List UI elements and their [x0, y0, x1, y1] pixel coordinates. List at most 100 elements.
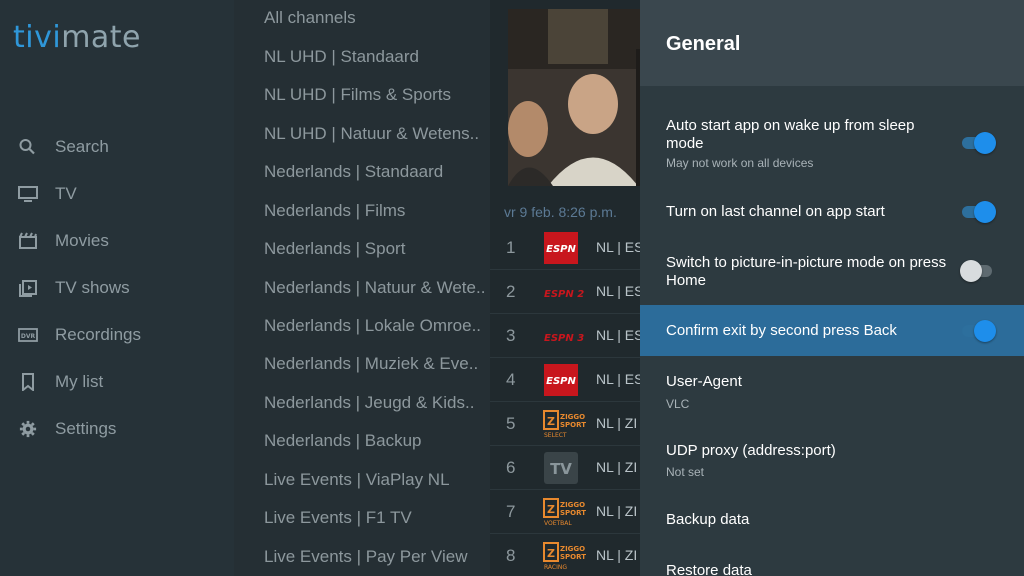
movie-icon	[18, 232, 38, 250]
channel-row[interactable]: 1 ESPN NL | ES	[490, 226, 640, 270]
nav-item-label: TV shows	[55, 278, 130, 297]
bookmark-icon	[18, 373, 38, 393]
nav-item-recordings[interactable]: DVR Recordings	[0, 317, 234, 353]
svg-text:DVR: DVR	[21, 333, 36, 340]
setting-title: Restore data	[666, 562, 752, 576]
settings-header: General	[640, 0, 1024, 86]
setting-confirm-exit[interactable]: Confirm exit by second press Back	[640, 305, 1024, 356]
nav-item-label: Recordings	[55, 325, 141, 344]
toggle-knob	[974, 201, 996, 223]
espn-logo-text: ESPN	[546, 244, 576, 255]
svg-text:Z: Z	[547, 415, 555, 428]
group-item[interactable]: Nederlands | Backup	[264, 431, 488, 451]
group-item[interactable]: NL UHD | Films & Sports	[264, 85, 488, 105]
group-item[interactable]: Nederlands | Standaard	[264, 162, 488, 182]
setting-pip-home[interactable]: Switch to picture-in-picture mode on pre…	[640, 245, 1024, 303]
group-item[interactable]: Nederlands | Films	[264, 201, 488, 221]
confirm-exit-toggle[interactable]	[960, 319, 996, 342]
group-item[interactable]: Live Events | F1 TV	[264, 508, 488, 528]
channel-number: 1	[506, 238, 516, 257]
channel-row[interactable]: 3 ESPN 3 NL | ES	[490, 314, 640, 358]
sport-logo-text: SPORT	[560, 553, 586, 561]
channel-row[interactable]: 8 Z ZIGGO SPORT RACING NL | ZI	[490, 534, 640, 576]
group-item[interactable]: Nederlands | Natuur & Wete..	[264, 278, 488, 298]
nav-item-label: Movies	[55, 231, 109, 250]
nav-item-label: TV	[55, 184, 77, 203]
setting-backup-data[interactable]: Backup data	[640, 500, 1024, 544]
setting-title: User-Agent	[666, 373, 742, 390]
espn2-logo-text: ESPN 2	[544, 289, 584, 300]
tv-icon	[18, 185, 38, 203]
channel-row[interactable]: 6 TV NL | ZI	[490, 446, 640, 490]
espn3-logo-text: ESPN 3	[544, 333, 584, 344]
channel-name: NL | ZI	[596, 547, 638, 563]
toggle-knob	[974, 320, 996, 342]
voetbal-logo-text: VOETBAL	[544, 520, 572, 527]
channel-number: 8	[506, 546, 516, 565]
setting-udp-proxy[interactable]: UDP proxy (address:port) Not set	[640, 431, 1024, 489]
channel-number: 4	[506, 370, 516, 389]
toggle-knob	[960, 260, 982, 282]
search-icon	[18, 138, 38, 156]
channel-number: 6	[506, 458, 516, 477]
nav-item-tv[interactable]: TV	[0, 176, 234, 212]
setting-title: Auto start app on wake up from sleep mod…	[666, 117, 915, 152]
setting-subtitle: Not set	[666, 465, 705, 479]
channel-number: 3	[506, 326, 516, 345]
svg-text:Z: Z	[547, 503, 555, 516]
svg-text:Z: Z	[547, 547, 555, 560]
select-logo-text: SELECT	[544, 432, 567, 439]
setting-title: UDP proxy (address:port)	[666, 442, 836, 459]
channel-name: NL | ES	[596, 283, 640, 299]
last-channel-toggle[interactable]	[960, 200, 996, 223]
nav-item-label: My list	[55, 372, 104, 391]
espn3-logo: ESPN 3	[542, 320, 584, 352]
setting-user-agent[interactable]: User-Agent VLC	[640, 362, 1024, 420]
setting-auto-start[interactable]: Auto start app on wake up from sleep mod…	[640, 104, 1024, 176]
nav-item-tv-shows[interactable]: TV shows	[0, 270, 234, 306]
group-item[interactable]: Nederlands | Jeugd & Kids..	[264, 393, 488, 413]
group-item[interactable]: Nederlands | Lokale Omroe..	[264, 316, 488, 336]
nav-item-settings[interactable]: Settings	[0, 411, 234, 447]
channel-row[interactable]: 2 ESPN 2 NL | ES	[490, 270, 640, 314]
sport-logo-text: SPORT	[560, 421, 586, 429]
setting-last-channel[interactable]: Turn on last channel on app start	[640, 186, 1024, 236]
video-preview[interactable]	[508, 9, 640, 186]
setting-title: Confirm exit by second press Back	[666, 322, 897, 339]
channel-name: NL | ES	[596, 371, 640, 387]
setting-restore-data[interactable]: Restore data	[640, 550, 1024, 576]
setting-title: Switch to picture-in-picture mode on pre…	[666, 254, 947, 289]
group-item[interactable]: All channels	[264, 8, 488, 28]
channel-list: vr 9 feb. 8:26 p.m. 1 ESPN NL | ES 2 ESP…	[490, 0, 640, 576]
auto-start-toggle[interactable]	[960, 131, 996, 154]
espn-logo: ESPN	[542, 364, 580, 396]
nav-item-search[interactable]: Search	[0, 129, 234, 165]
dvr-icon: DVR	[18, 326, 38, 344]
group-item[interactable]: Live Events | ViaPlay NL	[264, 470, 488, 490]
channel-row[interactable]: 5 Z ZIGGO SPORT SELECT NL | ZI	[490, 402, 640, 446]
channel-group-list: All channels NL UHD | Standaard NL UHD |…	[234, 0, 490, 576]
group-item[interactable]: Live Events | Pay Per View	[264, 547, 488, 567]
setting-subtitle: VLC	[666, 397, 690, 411]
espn-logo: ESPN	[542, 232, 580, 264]
nav-item-movies[interactable]: Movies	[0, 223, 234, 259]
group-item[interactable]: Nederlands | Sport	[264, 239, 488, 259]
ziggo-logo-text: ZIGGO	[560, 501, 585, 509]
espn2-logo: ESPN 2	[542, 276, 584, 308]
group-item[interactable]: NL UHD | Standaard	[264, 47, 488, 67]
group-item[interactable]: NL UHD | Natuur & Wetens..	[264, 124, 488, 144]
channel-row[interactable]: 7 Z ZIGGO SPORT VOETBAL NL | ZI	[490, 490, 640, 534]
pip-toggle[interactable]	[960, 259, 996, 282]
setting-title: Backup data	[666, 511, 750, 528]
channel-name: NL | ES	[596, 327, 640, 343]
group-item[interactable]: Nederlands | Muziek & Eve..	[264, 354, 488, 374]
tv-logo-text: TV	[550, 460, 572, 478]
nav-item-my-list[interactable]: My list	[0, 364, 234, 400]
ziggo-sport-racing-logo: Z ZIGGO SPORT RACING	[542, 540, 586, 572]
sport-logo-text: SPORT	[560, 509, 586, 517]
ziggo-logo-text: ZIGGO	[560, 413, 585, 421]
nav-item-label: Settings	[55, 419, 117, 438]
channel-row[interactable]: 4 ESPN NL | ES	[490, 358, 640, 402]
setting-subtitle: May not work on all devices	[666, 156, 814, 170]
ziggo-sport-voetbal-logo: Z ZIGGO SPORT VOETBAL	[542, 496, 586, 528]
